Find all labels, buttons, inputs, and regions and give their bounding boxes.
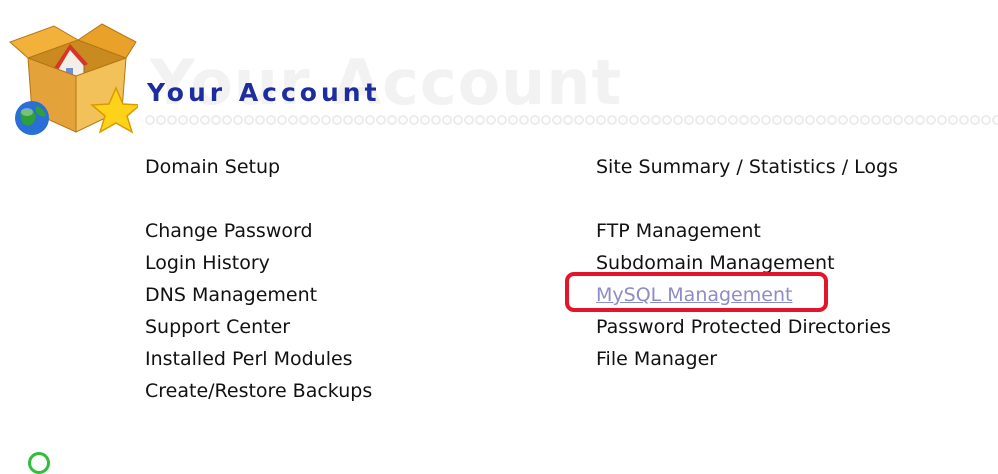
installed-perl-modules-link[interactable]: Installed Perl Modules (145, 348, 353, 370)
dns-management-link[interactable]: DNS Management (145, 284, 317, 306)
title-divider (145, 112, 998, 128)
login-history-link[interactable]: Login History (145, 252, 270, 274)
domain-setup-link[interactable]: Domain Setup (145, 156, 280, 178)
subdomain-management-link[interactable]: Subdomain Management (596, 252, 835, 274)
support-center-link[interactable]: Support Center (145, 316, 290, 338)
status-circle-icon (28, 452, 50, 474)
create-restore-backups-link[interactable]: Create/Restore Backups (145, 380, 372, 402)
ftp-management-link[interactable]: FTP Management (596, 220, 761, 242)
account-box-icon (9, 23, 138, 135)
mysql-highlight-annotation (565, 272, 828, 312)
file-manager-link[interactable]: File Manager (596, 348, 717, 370)
site-summary-statistics-logs-link[interactable]: Site Summary / Statistics / Logs (596, 156, 898, 178)
password-protected-directories-link[interactable]: Password Protected Directories (596, 316, 891, 338)
change-password-link[interactable]: Change Password (145, 220, 313, 242)
page-title: Your Account (147, 78, 381, 107)
